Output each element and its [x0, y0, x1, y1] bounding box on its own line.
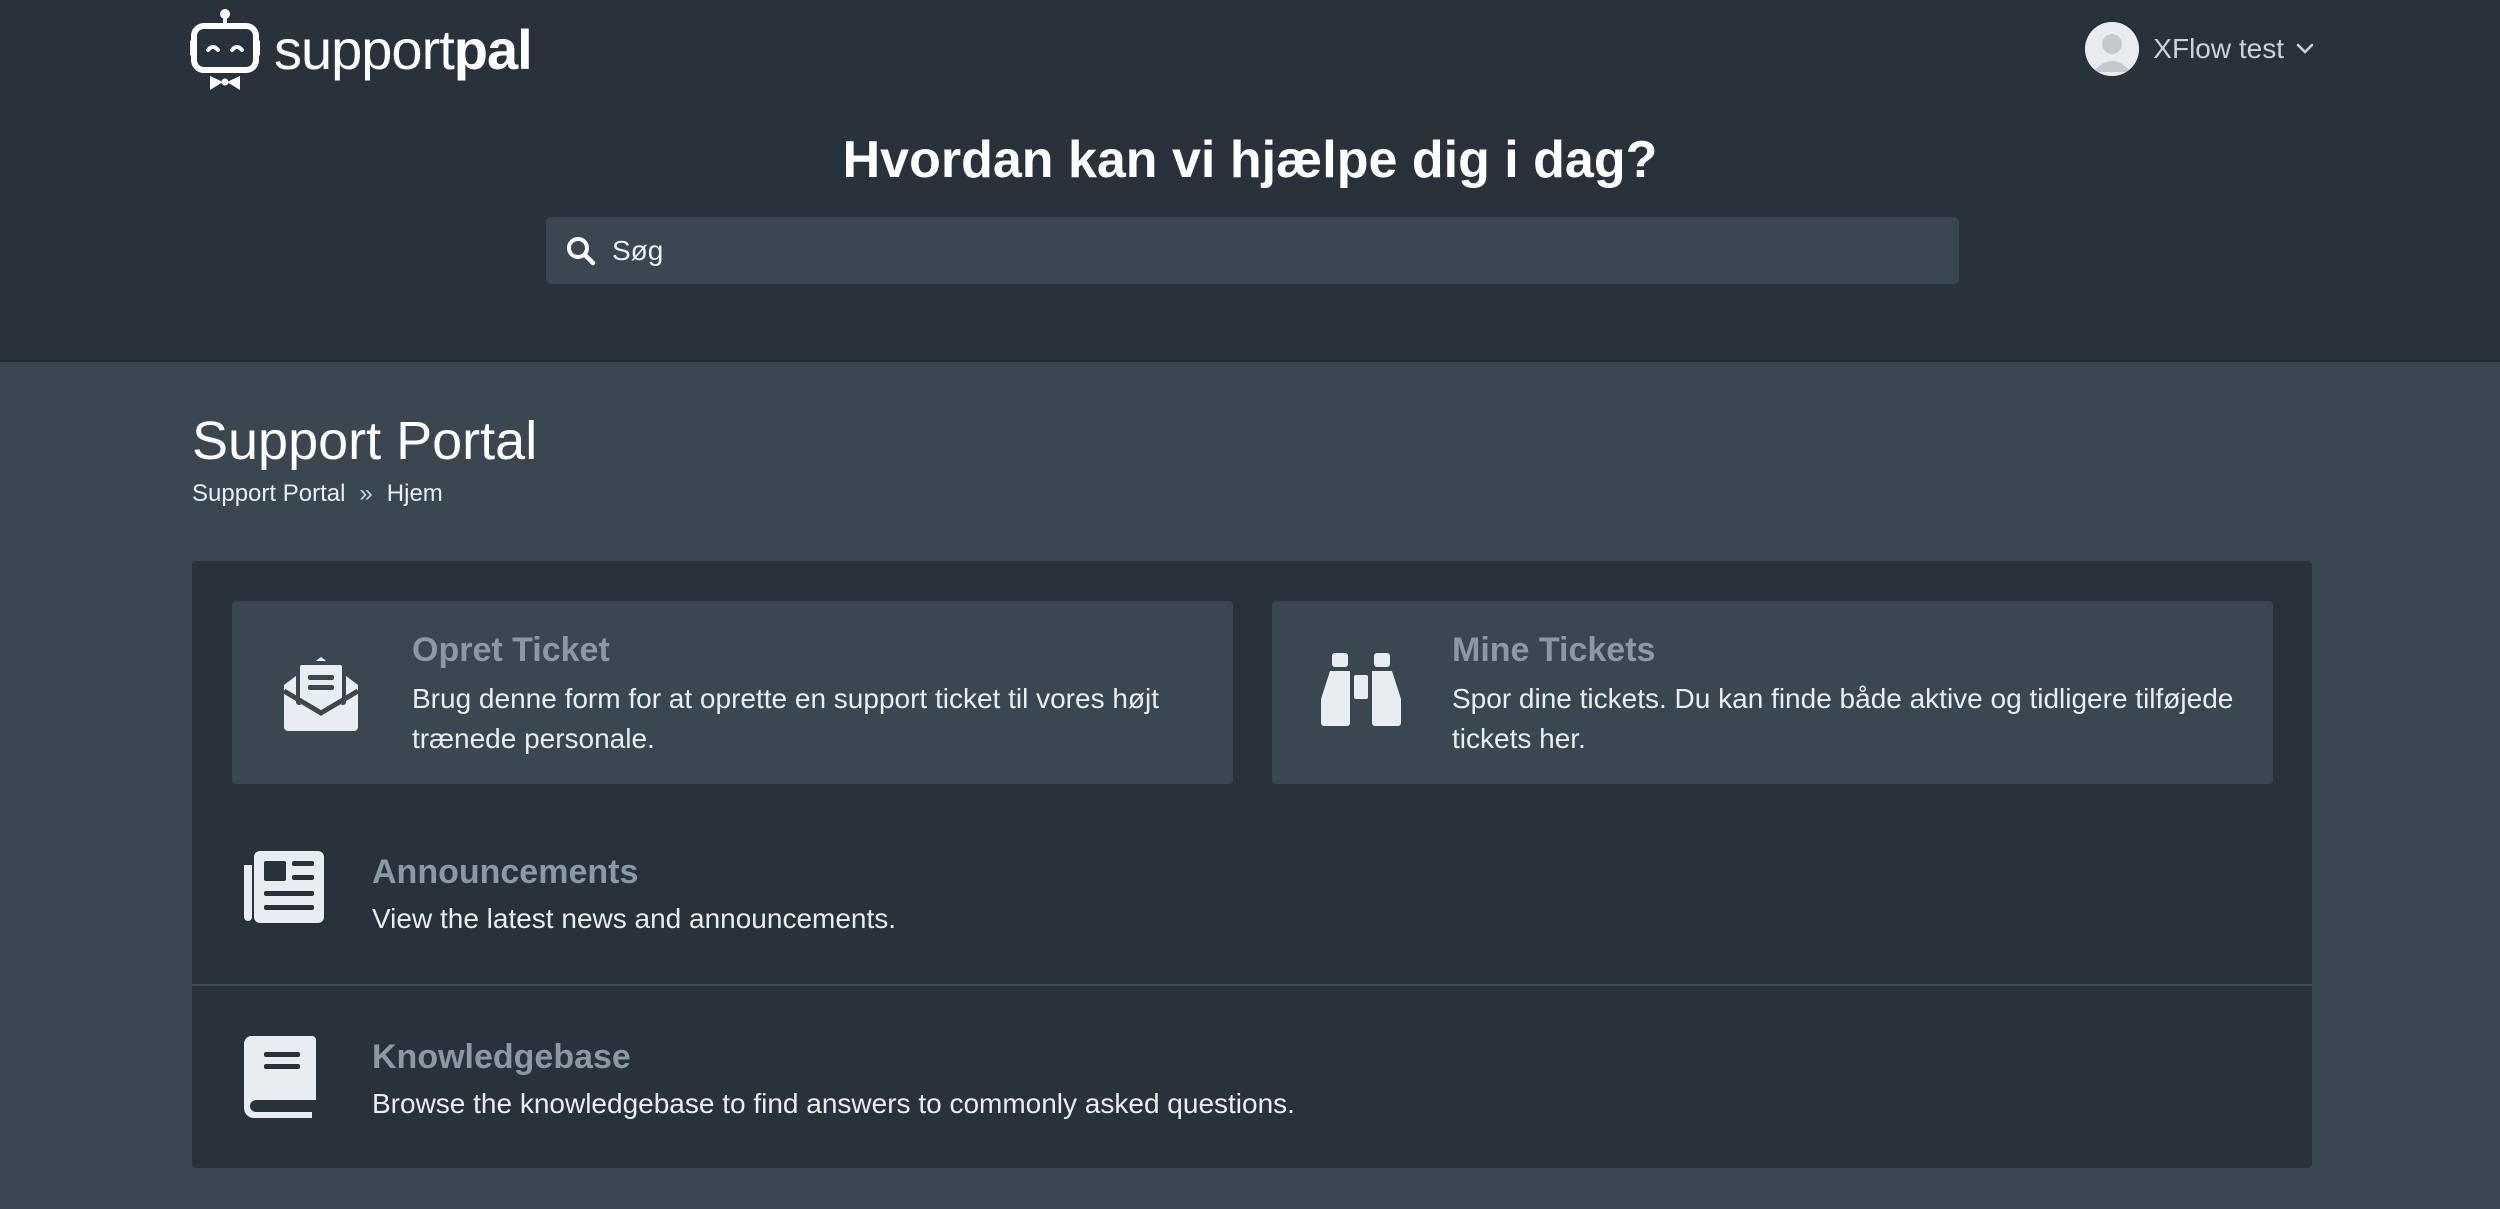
- search-input[interactable]: [610, 219, 1914, 282]
- section-knowledgebase[interactable]: Knowledgebase Browse the knowledgebase t…: [192, 986, 2312, 1168]
- brand-name: supportpal: [274, 22, 533, 78]
- section-description: View the latest news and announcements.: [372, 903, 897, 934]
- envelope-open-text-icon: [282, 657, 360, 731]
- card-create-ticket[interactable]: Opret Ticket Brug denne form for at opre…: [232, 601, 1233, 784]
- avatar: [2085, 22, 2140, 76]
- section-announcements[interactable]: Announcements View the latest news and a…: [192, 801, 2312, 983]
- card-icon-wrap: [1320, 651, 1402, 732]
- chevron-down-icon: [2296, 43, 2314, 54]
- search-bar[interactable]: [546, 217, 1959, 284]
- card-description: Brug denne form for at oprette en suppor…: [412, 683, 1160, 754]
- section-title: Announcements: [372, 853, 639, 891]
- supportpal-logo[interactable]: supportpal: [190, 8, 533, 92]
- brand-name-light: support: [274, 18, 455, 81]
- breadcrumb: Support Portal » Hjem: [192, 480, 443, 508]
- site-header: supportpal XFlow test Hvordan kan vi hjæ…: [0, 0, 2500, 362]
- section-title: Knowledgebase: [372, 1038, 631, 1076]
- search-icon: [567, 236, 596, 265]
- brand-name-bold: pal: [453, 18, 533, 81]
- user-menu[interactable]: XFlow test: [2085, 22, 2314, 76]
- breadcrumb-current: Hjem: [386, 480, 443, 507]
- newspaper-icon: [244, 851, 324, 923]
- hero-title: Hvordan kan vi hjælpe dig i dag?: [842, 131, 1658, 189]
- robot-logo-icon: [190, 9, 260, 90]
- card-icon-wrap: [280, 651, 362, 738]
- breadcrumb-link-support-portal[interactable]: Support Portal: [192, 480, 345, 508]
- section-icon-wrap: [242, 851, 324, 928]
- section-description: Browse the knowledgebase to find answers…: [372, 1088, 1295, 1119]
- card-my-tickets[interactable]: Mine Tickets Spor dine tickets. Du kan f…: [1272, 601, 2273, 784]
- book-icon: [243, 1036, 316, 1118]
- page-title: Support Portal: [192, 411, 538, 471]
- user-avatar-icon: [2085, 22, 2140, 76]
- portal-panel: Opret Ticket Brug denne form for at opre…: [192, 561, 2312, 1168]
- user-name: XFlow test: [2153, 33, 2284, 64]
- binoculars-icon: [1321, 653, 1401, 726]
- card-title: Opret Ticket: [412, 631, 610, 669]
- card-description: Spor dine tickets. Du kan finde både akt…: [1452, 683, 2234, 754]
- card-title: Mine Tickets: [1452, 631, 1656, 669]
- breadcrumb-separator: »: [359, 480, 373, 507]
- section-icon-wrap: [242, 1036, 316, 1123]
